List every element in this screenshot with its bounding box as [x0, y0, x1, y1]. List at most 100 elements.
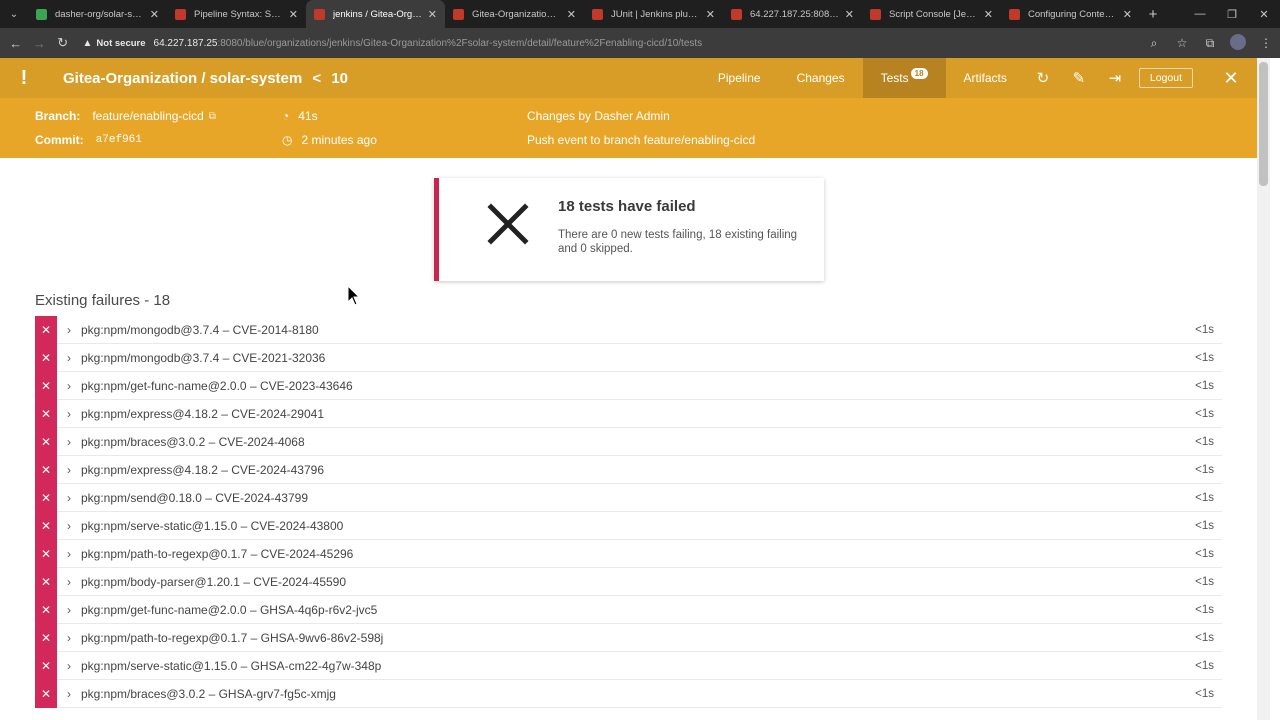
test-list: ✕ › pkg:npm/mongodb@3.7.4 – CVE-2014-8180 <…: [35, 315, 1222, 708]
commit-hash[interactable]: a7ef961: [96, 134, 142, 146]
browser-tab[interactable]: jenkins / Gitea-Organization ✕: [306, 0, 445, 28]
expand-chevron-icon[interactable]: ›: [57, 491, 81, 505]
tab-title: Pipeline Syntax: Snippet Generator: [194, 8, 283, 20]
browser-menu-icon[interactable]: ⋮: [1252, 36, 1280, 50]
tab-changes[interactable]: Changes: [779, 58, 863, 98]
scrollbar-thumb[interactable]: [1259, 62, 1268, 186]
open-classic-icon[interactable]: ⇥: [1097, 69, 1133, 87]
test-row[interactable]: ✕ › pkg:npm/path-to-regexp@0.1.7 – GHSA-9w…: [35, 623, 1222, 652]
back-arrow-icon[interactable]: ←: [4, 36, 28, 51]
run-header: ! Gitea-Organization / solar-system < 10…: [0, 58, 1257, 98]
test-row[interactable]: ✕ › pkg:npm/braces@3.0.2 – CVE-2024-4068 <1…: [35, 427, 1222, 456]
close-icon[interactable]: ✕: [1211, 68, 1251, 89]
branch-link[interactable]: feature/enabling-cicd: [92, 109, 203, 123]
test-row[interactable]: ✕ › pkg:npm/path-to-regexp@0.1.7 – CVE-202…: [35, 539, 1222, 568]
expand-chevron-icon[interactable]: ›: [57, 603, 81, 617]
test-row[interactable]: ✕ › pkg:npm/express@4.18.2 – CVE-2024-2904…: [35, 399, 1222, 428]
tab-close-icon[interactable]: ✕: [289, 8, 298, 21]
not-secure-indicator[interactable]: ▲ Not secure: [83, 38, 146, 49]
time-ago: 2 minutes ago: [301, 133, 377, 147]
test-duration: <1s: [1195, 323, 1214, 336]
close-window-icon[interactable]: ✕: [1248, 8, 1280, 21]
test-row[interactable]: ✕ › pkg:npm/send@0.18.0 – CVE-2024-43799 <1…: [35, 483, 1222, 512]
test-duration: <1s: [1195, 351, 1214, 364]
test-row[interactable]: ✕ › pkg:npm/braces@3.0.2 – GHSA-grv7-fg5c-…: [35, 679, 1222, 708]
expand-chevron-icon[interactable]: ›: [57, 379, 81, 393]
expand-chevron-icon[interactable]: ›: [57, 575, 81, 589]
restore-icon[interactable]: ❐: [1216, 8, 1248, 21]
duration-icon: ◔: [282, 109, 290, 123]
tab-title: jenkins / Gitea-Organization: [333, 8, 422, 20]
tab-close-icon[interactable]: ✕: [428, 8, 437, 21]
failed-status-icon: ✕: [35, 539, 57, 568]
browser-tab[interactable]: Configuring Content Security ✕: [1001, 0, 1140, 28]
failed-status-icon: ✕: [35, 567, 57, 596]
minimize-icon[interactable]: —: [1184, 8, 1216, 21]
browser-tab[interactable]: Gitea-Organization/solar-system ✕: [445, 0, 584, 28]
test-row[interactable]: ✕ › pkg:npm/serve-static@1.15.0 – GHSA-cm2…: [35, 651, 1222, 680]
expand-chevron-icon[interactable]: ›: [57, 323, 81, 337]
test-row[interactable]: ✕ › pkg:npm/express@4.18.2 – CVE-2024-4379…: [35, 455, 1222, 484]
browser-tab[interactable]: Script Console [Jenkins] ✕: [862, 0, 1001, 28]
expand-chevron-icon[interactable]: ›: [57, 547, 81, 561]
test-row[interactable]: ✕ › pkg:npm/mongodb@3.7.4 – CVE-2021-32036…: [35, 343, 1222, 372]
test-row[interactable]: ✕ › pkg:npm/mongodb@3.7.4 – CVE-2014-8180 <…: [35, 315, 1222, 344]
tab-close-icon[interactable]: ✕: [984, 8, 993, 21]
bookmark-star-icon[interactable]: ☆: [1168, 36, 1196, 50]
reload-icon[interactable]: ↻: [51, 35, 75, 51]
edit-pencil-icon[interactable]: ✎: [1061, 69, 1097, 87]
failed-status-icon: ✕: [35, 511, 57, 540]
tab-search-icon[interactable]: ⌄: [0, 0, 28, 28]
test-duration: <1s: [1195, 491, 1214, 504]
tab-artifacts[interactable]: Artifacts: [946, 58, 1025, 98]
expand-chevron-icon[interactable]: ›: [57, 519, 81, 533]
external-link-icon[interactable]: ⧉: [209, 111, 216, 122]
expand-chevron-icon[interactable]: ›: [57, 463, 81, 477]
browser-tab[interactable]: 64.227.187.25:8080/job/Gitea ✕: [723, 0, 862, 28]
failed-status-icon: ✕: [35, 399, 57, 428]
tab-close-icon[interactable]: ✕: [567, 8, 576, 21]
tab-pipeline[interactable]: Pipeline: [700, 58, 779, 98]
tab-favicon-icon: [175, 8, 186, 20]
expand-chevron-icon[interactable]: ›: [57, 351, 81, 365]
failed-status-icon: ✕: [35, 483, 57, 512]
back-chevron-icon[interactable]: <: [312, 70, 321, 87]
push-event: Push event to branch feature/enabling-ci…: [527, 133, 756, 147]
tab-close-icon[interactable]: ✕: [845, 8, 854, 21]
browser-tab[interactable]: Pipeline Syntax: Snippet Generator ✕: [167, 0, 306, 28]
banner-description: There are 0 new tests failing, 18 existi…: [558, 229, 798, 255]
tab-tests[interactable]: Tests 18: [862, 58, 946, 98]
rerun-icon[interactable]: ↻: [1025, 69, 1061, 87]
failed-status-icon: ✕: [35, 623, 57, 652]
clock-icon: ◷: [282, 133, 293, 147]
tab-close-icon[interactable]: ✕: [706, 8, 715, 21]
test-name: pkg:npm/get-func-name@2.0.0 – CVE-2023-4…: [81, 378, 353, 393]
zoom-icon[interactable]: ⌕: [1140, 36, 1168, 51]
url-input[interactable]: ▲ Not secure 64.227.187.25 :8080/blue/or…: [83, 32, 1141, 54]
test-row[interactable]: ✕ › pkg:npm/get-func-name@2.0.0 – GHSA-4q6…: [35, 595, 1222, 624]
test-row[interactable]: ✕ › pkg:npm/body-parser@1.20.1 – CVE-2024-…: [35, 567, 1222, 596]
test-duration: <1s: [1195, 519, 1214, 532]
tab-close-icon[interactable]: ✕: [1123, 8, 1132, 21]
expand-chevron-icon[interactable]: ›: [57, 687, 81, 701]
test-duration: <1s: [1195, 463, 1214, 476]
forward-arrow-icon[interactable]: →: [28, 36, 52, 51]
profile-avatar[interactable]: [1224, 33, 1252, 53]
new-tab-button[interactable]: +: [1140, 6, 1166, 23]
tab-title: 64.227.187.25:8080/job/Gitea: [750, 8, 839, 20]
logout-button[interactable]: Logout: [1138, 68, 1193, 88]
expand-chevron-icon[interactable]: ›: [57, 631, 81, 645]
failed-status-icon: ✕: [35, 679, 57, 708]
tab-close-icon[interactable]: ✕: [150, 8, 159, 21]
browser-tab[interactable]: JUnit | Jenkins plugin ✕: [584, 0, 723, 28]
test-row[interactable]: ✕ › pkg:npm/get-func-name@2.0.0 – CVE-2023…: [35, 371, 1222, 400]
expand-chevron-icon[interactable]: ›: [57, 659, 81, 673]
browser-tab[interactable]: dasher-org/solar-system ✕: [28, 0, 167, 28]
extensions-puzzle-icon[interactable]: ⧉: [1196, 36, 1224, 51]
run-nav: Pipeline Changes Tests 18 Artifacts ↻ ✎ …: [700, 58, 1211, 98]
tab-favicon-icon: [731, 8, 742, 20]
breadcrumb-link[interactable]: Gitea-Organization / solar-system: [63, 70, 302, 87]
expand-chevron-icon[interactable]: ›: [57, 435, 81, 449]
test-row[interactable]: ✕ › pkg:npm/serve-static@1.15.0 – CVE-2024…: [35, 511, 1222, 540]
expand-chevron-icon[interactable]: ›: [57, 407, 81, 421]
